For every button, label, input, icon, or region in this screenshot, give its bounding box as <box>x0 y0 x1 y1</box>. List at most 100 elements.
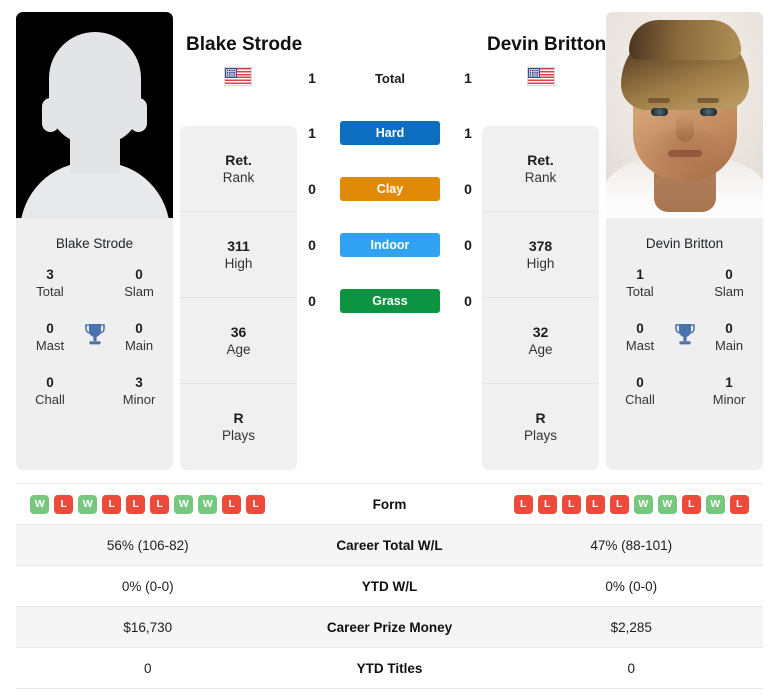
form-badge-left-3: L <box>102 494 122 514</box>
career-prize-money-right: $2,285 <box>610 619 652 635</box>
page-title-right: Devin Britton <box>487 34 607 55</box>
player-card-left[interactable]: Blake Strode 3 Total 0 Slam 0 Mast 0 Mai… <box>16 12 173 470</box>
portrait-eyebrow-left <box>648 98 670 103</box>
form-badge-right-0: L <box>513 494 533 514</box>
titles-main-label-left: Main <box>124 337 154 353</box>
titles-main-value-left: 0 <box>135 321 143 336</box>
form-badge-left-6: W <box>174 494 194 514</box>
rank-cell-current-left: Ret. Rank <box>180 126 297 212</box>
silhouette-head-icon <box>48 32 141 144</box>
titles-total-left: 3 Total <box>24 267 76 300</box>
surface-clay-left-count: 0 <box>308 181 316 197</box>
titles-minor-right: 1 Minor <box>703 375 755 408</box>
surface-hard-right-count: 1 <box>464 125 472 141</box>
surface-row-indoor: 0 Indoor 0 <box>300 233 480 257</box>
rank-cell-current-right: Ret. Rank <box>482 126 599 212</box>
titles-minor-left: 3 Minor <box>113 375 165 408</box>
surface-badge-grass[interactable]: Grass <box>340 289 440 313</box>
form-badge-left-2: W <box>78 494 98 514</box>
stats-comparison-table: WLWLLLWWLL Form LLLLLWWLWL 56% (106-82) … <box>16 483 763 689</box>
titles-row-3-left: 0 Chall 3 Minor <box>24 375 165 429</box>
surface-total-left-count: 1 <box>308 70 316 86</box>
surface-badge-hard[interactable]: Hard <box>340 121 440 145</box>
stats-label-career-prize-money: Career Prize Money <box>326 619 453 635</box>
form-badge-right-6: W <box>657 494 677 514</box>
ytd-wl-left: 0% (0-0) <box>121 578 174 594</box>
titles-minor-label-right: Minor <box>712 391 746 407</box>
us-flag-icon-left <box>224 67 252 86</box>
career-prize-money-left: $16,730 <box>123 619 173 635</box>
surface-row-clay: 0 Clay 0 <box>300 177 480 201</box>
player-card-name-left: Blake Strode <box>55 236 134 251</box>
form-badge-left-7: W <box>198 494 218 514</box>
form-badge-right-4: L <box>609 494 629 514</box>
stats-label-ytd-wl: YTD W/L <box>361 578 418 594</box>
table-row-career-total-wl: 56% (106-82) Career Total W/L 47% (88-10… <box>16 525 763 566</box>
titles-total-label-right: Total <box>626 283 654 299</box>
career-total-wl-right: 47% (88-101) <box>590 537 673 553</box>
titles-chall-right: 0 Chall <box>614 375 666 408</box>
surface-badge-indoor[interactable]: Indoor <box>340 233 440 257</box>
high-rank-value-right: 378 <box>528 237 553 254</box>
rank-cell-plays-right: R Plays <box>482 384 599 470</box>
page-title-left: Blake Strode <box>186 34 303 55</box>
trophy-icon-left <box>76 321 113 349</box>
rank-label-left: Rank <box>222 169 255 185</box>
high-rank-label-left: High <box>224 255 253 271</box>
player-card-right[interactable]: Devin Britton 1 Total 0 Slam 0 Mast 0 Ma… <box>606 12 763 470</box>
titles-minor-label-left: Minor <box>122 391 156 407</box>
stats-label-form: Form <box>372 496 407 512</box>
titles-main-left: 0 Main <box>113 321 165 354</box>
rank-cell-high-left: 311 High <box>180 212 297 298</box>
form-badge-left-0: W <box>30 494 50 514</box>
ytd-titles-right: 0 <box>627 660 635 676</box>
high-rank-label-right: High <box>526 255 555 271</box>
titles-mast-left: 0 Mast <box>24 321 76 354</box>
plays-value-right: R <box>535 410 546 427</box>
surface-clay-right-count: 0 <box>464 181 472 197</box>
titles-chall-value-left: 0 <box>46 375 54 390</box>
career-total-wl-left: 56% (106-82) <box>106 537 189 553</box>
flag-canton-left <box>225 68 237 78</box>
ytd-titles-left: 0 <box>143 660 152 676</box>
portrait-eyebrow-right <box>697 98 719 103</box>
form-badge-right-3: L <box>585 494 605 514</box>
form-badge-left-4: L <box>126 494 146 514</box>
titles-slam-value-left: 0 <box>135 267 143 282</box>
rank-value-left: Ret. <box>225 151 252 168</box>
titles-slam-label-right: Slam <box>714 283 744 299</box>
titles-chall-left: 0 Chall <box>24 375 76 408</box>
form-badge-right-5: W <box>633 494 653 514</box>
form-strip-right: LLLLLWWLWL <box>513 494 749 514</box>
titles-slam-value-right: 0 <box>725 267 733 282</box>
form-badge-right-2: L <box>561 494 581 514</box>
titles-block-left: 3 Total 0 Slam 0 Mast 0 Main 0 Chall 3 M… <box>16 267 173 429</box>
titles-row-1-left: 3 Total 0 Slam <box>24 267 165 321</box>
titles-total-value-left: 3 <box>46 267 54 282</box>
surface-total-right-count: 1 <box>464 70 472 86</box>
age-value-right: 32 <box>532 323 549 340</box>
titles-mast-label-right: Mast <box>625 337 655 353</box>
form-badge-right-7: L <box>681 494 701 514</box>
titles-main-value-right: 0 <box>725 321 733 336</box>
table-row-form: WLWLLLWWLL Form LLLLLWWLWL <box>16 484 763 525</box>
age-label-left: Age <box>226 341 251 357</box>
titles-main-right: 0 Main <box>703 321 755 354</box>
surface-badge-clay[interactable]: Clay <box>340 177 440 201</box>
titles-row-2-right: 0 Mast 0 Main <box>614 321 755 375</box>
titles-total-right: 1 Total <box>614 267 666 300</box>
table-row-career-prize-money: $16,730 Career Prize Money $2,285 <box>16 607 763 648</box>
rank-label-right: Rank <box>524 169 557 185</box>
titles-row-3-right: 0 Chall 1 Minor <box>614 375 755 429</box>
titles-mast-label-left: Mast <box>35 337 65 353</box>
titles-minor-value-right: 1 <box>725 375 733 390</box>
portrait-nose <box>675 114 694 142</box>
form-cell-left: WLWLLLWWLL <box>16 494 280 514</box>
high-rank-value-left: 311 <box>227 237 250 254</box>
titles-main-label-right: Main <box>714 337 744 353</box>
plays-label-left: Plays <box>221 428 255 444</box>
player-comparison-panel: Blake Strode 3 Total 0 Slam 0 Mast 0 Mai… <box>0 0 779 480</box>
titles-slam-label-left: Slam <box>124 283 154 299</box>
titles-row-2-left: 0 Mast 0 Main <box>24 321 165 375</box>
form-badge-right-9: L <box>729 494 749 514</box>
